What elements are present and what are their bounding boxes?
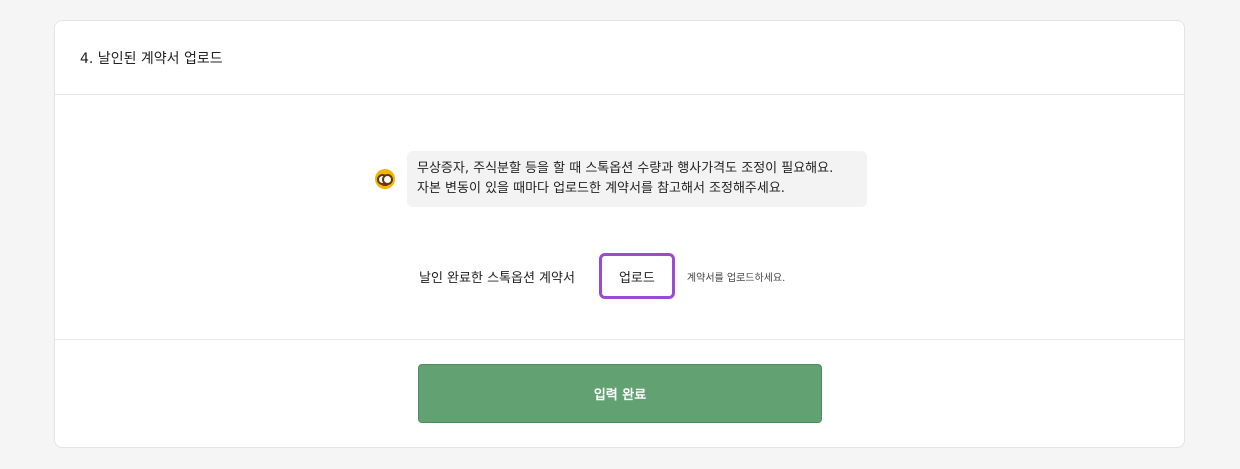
upload-button[interactable]: 업로드 [598, 253, 675, 299]
section-title: 4. 날인된 계약서 업로드 [80, 50, 223, 67]
upload-row: 날인 완료한 스톡옵션 계약서 업로드 계약서를 업로드하세요. [419, 253, 785, 299]
upload-label: 날인 완료한 스톡옵션 계약서 [419, 270, 575, 286]
notice-bubble: 무상증자, 주식분할 등을 할 때 스톡옵션 수량과 행사가격도 조정이 필요해… [407, 151, 867, 207]
upload-hint: 계약서를 업로드하세요. [686, 272, 786, 284]
submit-button[interactable]: 입력 완료 [418, 364, 822, 423]
nerd-face-emoji-icon [375, 169, 395, 189]
notice-message: 무상증자, 주식분할 등을 할 때 스톡옵션 수량과 행사가격도 조정이 필요해… [375, 151, 867, 207]
section-body: 무상증자, 주식분할 등을 할 때 스톡옵션 수량과 행사가격도 조정이 필요해… [55, 95, 1184, 340]
section-header: 4. 날인된 계약서 업로드 [55, 21, 1184, 95]
notice-line-1: 무상증자, 주식분할 등을 할 때 스톡옵션 수량과 행사가격도 조정이 필요해… [417, 161, 834, 176]
notice-line-2: 자본 변동이 있을 때마다 업로드한 계약서를 참고해서 조정해주세요. [417, 181, 785, 196]
upload-section-card: 4. 날인된 계약서 업로드 무상증자, 주식분할 등을 할 때 스톡옵션 수량… [54, 20, 1185, 448]
section-footer: 입력 완료 [55, 340, 1184, 447]
